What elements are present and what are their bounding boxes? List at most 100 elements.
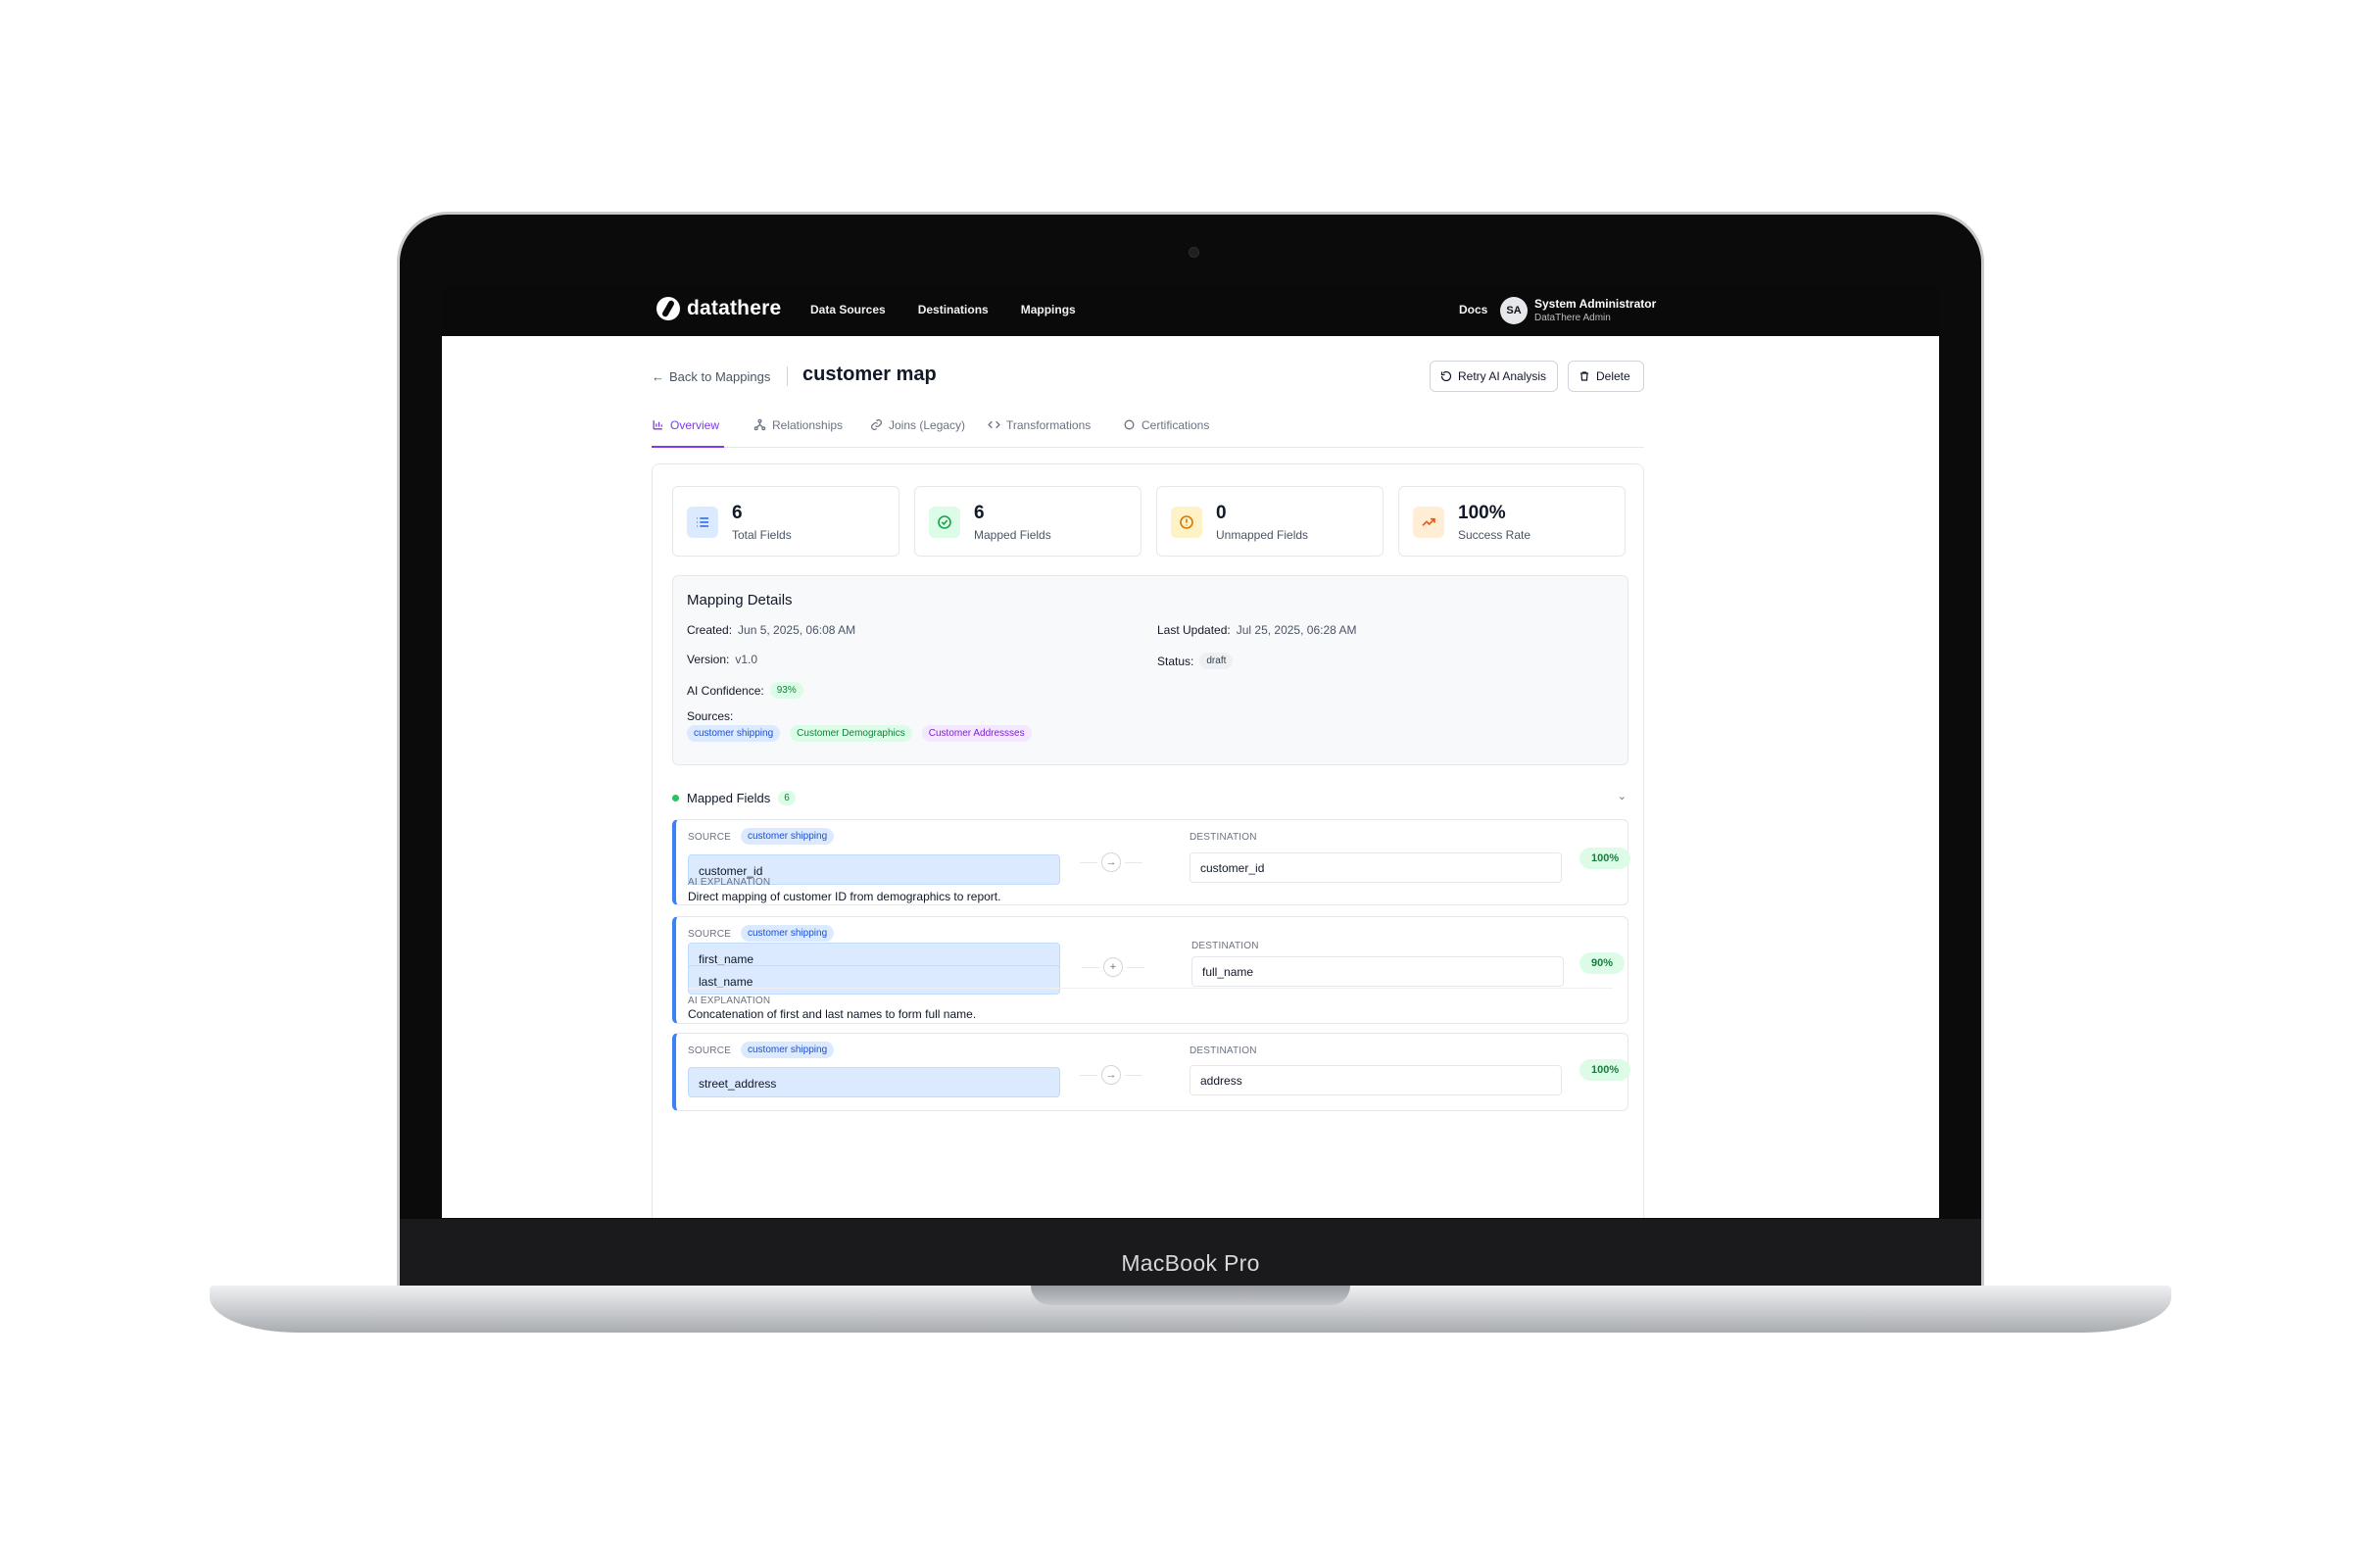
- trending-up-icon: [1413, 507, 1444, 538]
- source-chip[interactable]: customer shipping: [687, 725, 781, 742]
- ai-explanation-text: Concatenation of first and last names to…: [688, 1007, 977, 1021]
- header-divider: [787, 366, 788, 386]
- version-value: v1.0: [735, 653, 758, 666]
- mapped-fields-count: 6: [778, 790, 796, 805]
- bar-chart-icon: [653, 420, 662, 430]
- tab-label: Joins (Legacy): [889, 418, 966, 432]
- confidence-badge: 90%: [1579, 952, 1626, 974]
- trash-icon: [1580, 371, 1588, 381]
- refresh-icon: [1440, 370, 1452, 382]
- tab-label: Transformations: [1006, 418, 1092, 432]
- laptop-brand-label: MacBook Pro: [1121, 1250, 1260, 1276]
- confidence-badge: 100%: [1579, 1059, 1631, 1081]
- tab-overview[interactable]: Overview: [652, 416, 724, 448]
- divider: [688, 988, 1613, 989]
- connector-line: [1127, 967, 1144, 968]
- destination-label: DESTINATION: [1190, 1045, 1257, 1056]
- user-name[interactable]: System Administrator: [1534, 297, 1656, 311]
- chevron-down-icon[interactable]: ⌄: [1618, 790, 1627, 802]
- logo-text: datathere: [687, 297, 782, 319]
- app-logo[interactable]: datathere: [656, 297, 781, 320]
- source-label: SOURCE: [688, 832, 731, 843]
- arrow-connector-icon: →: [1101, 852, 1121, 872]
- ai-explanation-label: AI EXPLANATION: [688, 996, 771, 1006]
- ai-confidence-row: AI Confidence: 93%: [687, 682, 803, 699]
- retry-ai-analysis-button[interactable]: Retry AI Analysis: [1430, 361, 1558, 392]
- check-circle-icon: [929, 507, 960, 538]
- last-updated-value: Jul 25, 2025, 06:28 AM: [1236, 623, 1357, 637]
- mapping-card: SOURCE customer shipping customer_id → D…: [672, 819, 1631, 905]
- back-label: Back to Mappings: [669, 369, 771, 384]
- mapped-fields-header[interactable]: Mapped Fields 6 ⌄: [672, 788, 1628, 807]
- tab-transformations[interactable]: Transformations: [988, 416, 1091, 448]
- nav-data-sources[interactable]: Data Sources: [810, 303, 886, 316]
- sources-list: customer shipping Customer Demographics …: [687, 725, 1032, 742]
- status-badge: draft: [1199, 653, 1234, 669]
- laptop-notch: [1031, 1286, 1350, 1305]
- avatar[interactable]: SA: [1500, 297, 1528, 324]
- status-row: Status: draft: [1157, 653, 1234, 669]
- user-org: DataThere Admin: [1534, 313, 1611, 323]
- source-tag: customer shipping: [741, 925, 835, 942]
- confidence-badge: 100%: [1579, 848, 1631, 869]
- app-screen: datathere Data Sources Destinations Mapp…: [442, 285, 1939, 1218]
- nav-docs[interactable]: Docs: [1459, 303, 1487, 316]
- created-label: Created:: [687, 623, 733, 637]
- stat-card-mapped-fields: 6 Mapped Fields: [914, 486, 1141, 557]
- link-icon: [871, 419, 882, 430]
- connector-line: [1125, 1075, 1142, 1076]
- destination-label: DESTINATION: [1191, 941, 1259, 951]
- delete-button[interactable]: Delete: [1568, 361, 1644, 392]
- connector-line: [1080, 1075, 1097, 1076]
- destination-field[interactable]: customer_id: [1190, 852, 1562, 883]
- arrow-left-icon: ←: [652, 369, 664, 384]
- tab-relationships[interactable]: Relationships: [753, 416, 843, 448]
- created-value: Jun 5, 2025, 06:08 AM: [738, 623, 856, 637]
- overview-panel: 6 Total Fields 6 Mapped Fields 0 Unmappe…: [652, 463, 1644, 1218]
- ai-explanation-label: AI EXPLANATION: [688, 877, 771, 888]
- connector-line: [1082, 967, 1099, 968]
- mapping-card: SOURCE customer shipping first_name last…: [672, 916, 1628, 1024]
- created-row: Created: Jun 5, 2025, 06:08 AM: [687, 623, 855, 637]
- nav-mappings[interactable]: Mappings: [1021, 303, 1076, 316]
- source-tag: customer shipping: [741, 1042, 835, 1058]
- tab-joins-legacy[interactable]: Joins (Legacy): [870, 416, 965, 448]
- ai-confidence-badge: 93%: [769, 682, 803, 699]
- code-icon: [988, 420, 1000, 429]
- destination-field[interactable]: full_name: [1191, 956, 1564, 987]
- source-field[interactable]: last_name: [688, 965, 1060, 995]
- arrow-connector-icon: →: [1101, 1065, 1121, 1085]
- source-tag: customer shipping: [741, 828, 835, 845]
- back-to-mappings-link[interactable]: ← Back to Mappings: [652, 369, 770, 384]
- sources-label: Sources:: [687, 709, 734, 723]
- network-icon: [753, 418, 766, 431]
- source-chip[interactable]: Customer Demographics: [790, 725, 912, 742]
- tab-bar: Overview Relationships Joins (Legacy) Tr…: [652, 416, 1644, 448]
- camera-icon: [1189, 247, 1199, 258]
- ai-confidence-label: AI Confidence:: [687, 683, 764, 698]
- stat-label: Total Fields: [732, 528, 792, 542]
- destination-label: DESTINATION: [1190, 832, 1257, 843]
- stat-label: Unmapped Fields: [1216, 528, 1309, 542]
- logo-icon: [656, 297, 680, 320]
- ai-explanation-text: Direct mapping of customer ID from demog…: [688, 890, 1001, 903]
- stat-card-unmapped-fields: 0 Unmapped Fields: [1156, 486, 1384, 557]
- last-updated-label: Last Updated:: [1157, 623, 1231, 637]
- version-row: Version: v1.0: [687, 653, 757, 666]
- connector-line: [1125, 862, 1142, 863]
- version-label: Version:: [687, 653, 730, 666]
- source-field[interactable]: street_address: [688, 1067, 1060, 1097]
- stat-value: 0: [1216, 503, 1227, 523]
- source-label: SOURCE: [688, 929, 731, 940]
- status-label: Status:: [1157, 654, 1194, 668]
- delete-label: Delete: [1596, 369, 1630, 383]
- stat-value: 6: [732, 503, 743, 523]
- tab-label: Relationships: [772, 418, 844, 432]
- nav-destinations[interactable]: Destinations: [918, 303, 989, 316]
- stat-card-success-rate: 100% Success Rate: [1398, 486, 1626, 557]
- destination-field[interactable]: address: [1190, 1065, 1562, 1095]
- list-icon: [687, 507, 718, 538]
- tab-certifications[interactable]: Certifications: [1123, 416, 1209, 448]
- stat-label: Mapped Fields: [974, 528, 1051, 542]
- source-chip[interactable]: Customer Addressses: [921, 725, 1032, 742]
